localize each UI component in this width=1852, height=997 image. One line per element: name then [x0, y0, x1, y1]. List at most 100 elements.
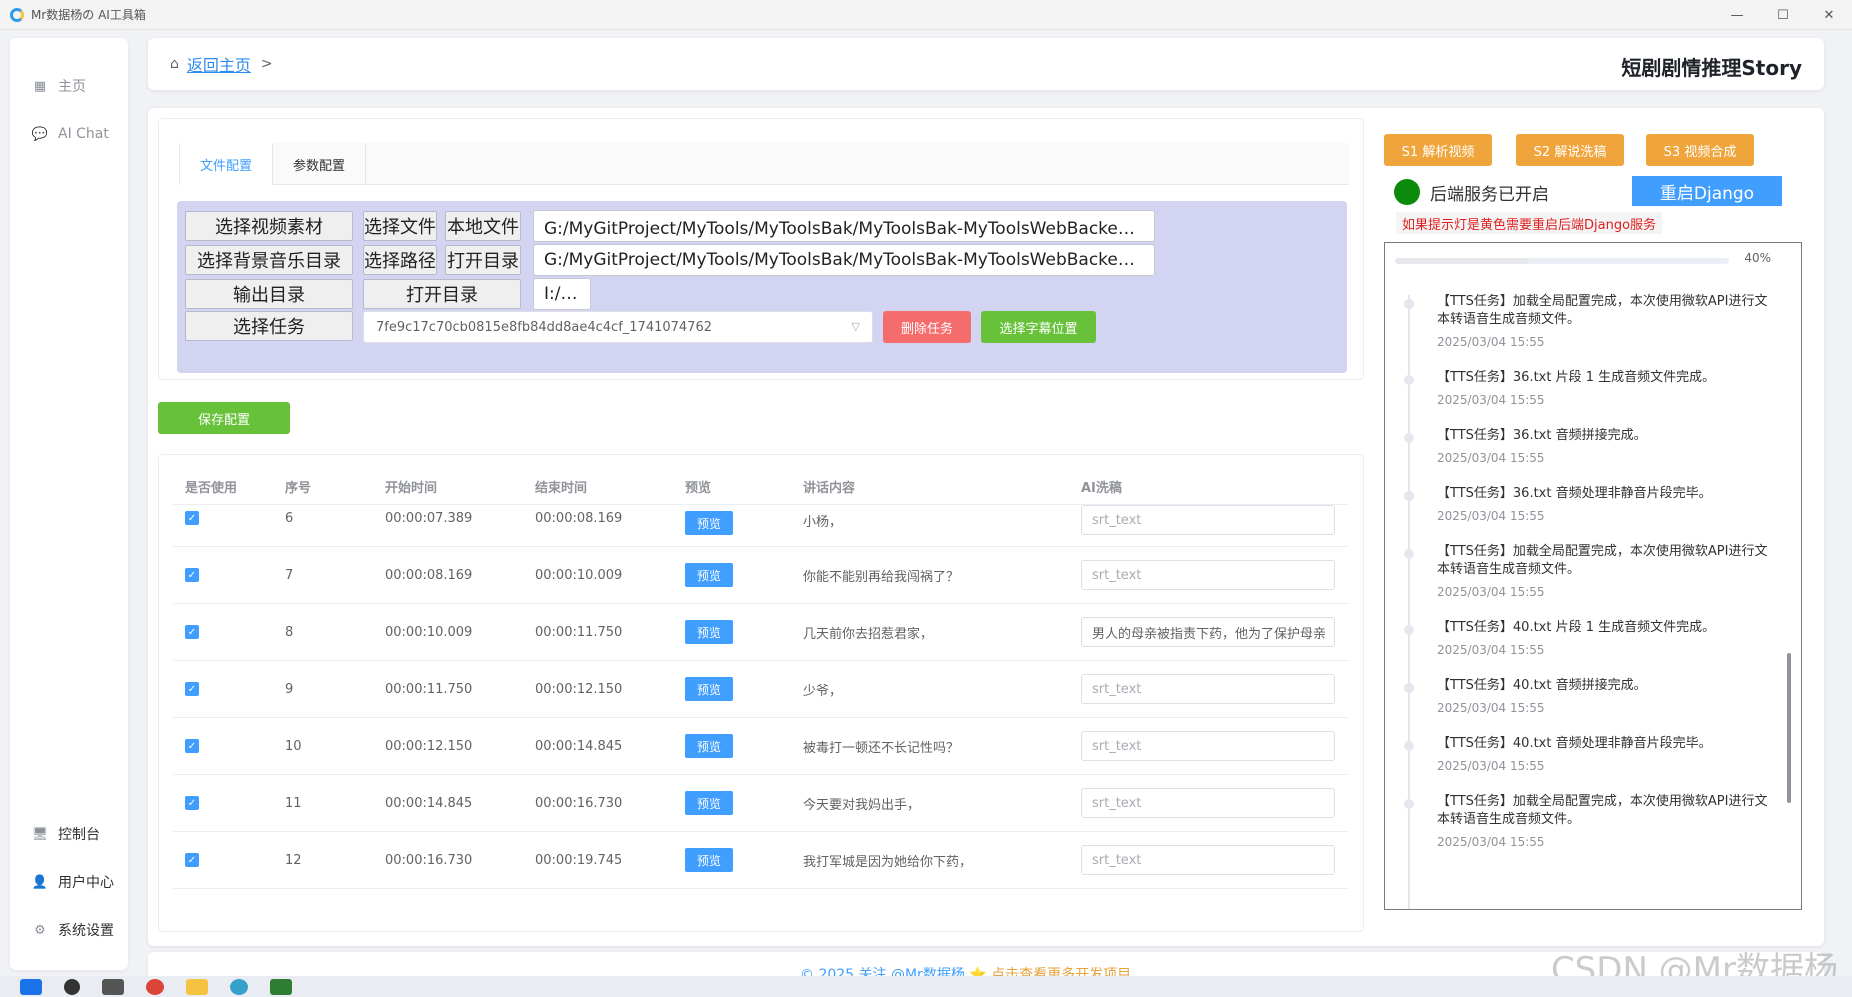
windows-start-icon[interactable]	[20, 978, 42, 995]
timeline-dot	[1404, 741, 1414, 751]
tab-param-config[interactable]: 参数配置	[273, 143, 367, 185]
log-item: 【TTS任务】36.txt 片段 1 生成音频文件完成。 2025/03/04 1…	[1397, 361, 1777, 407]
select-task-button[interactable]: 选择任务	[185, 311, 353, 341]
sidebar: ▦ 主页 💬 AI Chat 🖥 控制台 👤 用户中心 ⚙ 系统设置	[10, 38, 128, 970]
log-timestamp: 2025/03/04 15:55	[1437, 759, 1545, 773]
restart-django-button[interactable]: 重启Django	[1632, 176, 1782, 206]
gear-icon: ⚙	[34, 922, 46, 938]
task-select-value: 7fe9c17c70cb0815e8fb84dd8ae4c4cf_1741074…	[376, 319, 712, 335]
ai-rewrite-input[interactable]: srt_text	[1081, 788, 1335, 818]
step2-rewrite-button[interactable]: S2 解说洗稿	[1516, 134, 1624, 166]
preview-button[interactable]: 预览	[685, 511, 733, 535]
log-message: 【TTS任务】加载全局配置完成，本次使用微软API进行文本转语音生成音频文件。	[1437, 794, 1768, 827]
log-item: 【TTS任务】40.txt 音频处理非静音片段完毕。 2025/03/04 15:…	[1397, 727, 1777, 773]
open-output-dir-button[interactable]: 打开目录	[363, 279, 521, 309]
ai-rewrite-input[interactable]: srt_text	[1081, 845, 1335, 875]
preview-button[interactable]: 预览	[685, 563, 733, 587]
ai-rewrite-input[interactable]: srt_text	[1081, 731, 1335, 761]
index-cell: 6	[285, 511, 294, 526]
use-checkbox[interactable]: ✓	[185, 511, 199, 525]
ai-rewrite-input[interactable]: 男人的母亲被指责下药，他为了保护母亲	[1081, 617, 1335, 647]
table-row: ✓ 8 00:00:10.009 00:00:11.750 预览 几天前你去招惹君家， 男人…	[173, 604, 1349, 661]
timeline-dot	[1404, 299, 1414, 309]
minimize-icon[interactable]: —	[1714, 0, 1760, 30]
pycharm-icon[interactable]	[270, 978, 292, 995]
page-header: ⌂ 返回主页 > 短剧剧情推理Story	[148, 38, 1824, 90]
ai-rewrite-cell: srt_text	[1069, 845, 1349, 875]
backend-status-text: 后端服务已开启	[1430, 185, 1549, 205]
use-checkbox[interactable]: ✓	[185, 568, 199, 582]
chrome-icon[interactable]	[146, 978, 164, 995]
speech-cell: 几天前你去招惹君家，	[803, 626, 934, 642]
video-path-field[interactable]: G:/MyGitProject/MyTools/MyToolsBak/MyToo…	[533, 210, 1155, 242]
preview-cell: 预览	[673, 791, 791, 815]
bgm-path-field[interactable]: G:/MyGitProject/MyTools/MyToolsBak/MyToo…	[533, 244, 1155, 276]
use-checkbox[interactable]: ✓	[185, 682, 199, 696]
end-time-cell: 00:00:19.745	[535, 852, 623, 868]
step3-compose-button[interactable]: S3 视频合成	[1646, 134, 1754, 166]
end-time-cell: 00:00:16.730	[535, 795, 623, 811]
app-icon[interactable]	[230, 978, 248, 995]
choose-path-button[interactable]: 选择路径	[363, 245, 437, 275]
log-scrollbar[interactable]	[1787, 273, 1791, 903]
task-view-icon[interactable]	[102, 978, 124, 995]
use-checkbox[interactable]: ✓	[185, 853, 199, 867]
sidebar-item-ai-chat[interactable]: 💬 AI Chat	[10, 114, 128, 154]
preview-button[interactable]: 预览	[685, 848, 733, 872]
log-timestamp: 2025/03/04 15:55	[1437, 585, 1545, 599]
maximize-icon[interactable]: ☐	[1760, 0, 1806, 30]
index-cell: 8	[285, 624, 294, 640]
log-timestamp: 2025/03/04 15:55	[1437, 509, 1545, 523]
end-time-cell: 00:00:10.009	[535, 567, 623, 583]
sidebar-item-console[interactable]: 🖥 控制台	[10, 810, 128, 858]
sidebar-item-home[interactable]: ▦ 主页	[10, 66, 128, 106]
tab-file-config[interactable]: 文件配置	[179, 143, 274, 185]
ai-rewrite-input[interactable]: srt_text	[1081, 674, 1335, 704]
log-timestamp: 2025/03/04 15:55	[1437, 393, 1545, 407]
ai-rewrite-input[interactable]: srt_text	[1081, 505, 1335, 535]
log-message: 【TTS任务】加载全局配置完成，本次使用微软API进行文本转语音生成音频文件。	[1437, 544, 1768, 577]
start-time-cell: 00:00:07.389	[385, 511, 473, 526]
log-message: 【TTS任务】36.txt 音频拼接完成。	[1437, 428, 1647, 443]
back-home-link[interactable]: 返回主页	[187, 52, 251, 76]
grid-icon: ▦	[33, 78, 47, 94]
folder-icon[interactable]	[186, 978, 208, 995]
open-bgm-dir-button[interactable]: 打开目录	[445, 245, 521, 275]
use-cell: ✓	[173, 568, 273, 582]
select-video-button[interactable]: 选择视频素材	[185, 211, 353, 241]
preview-button[interactable]: 预览	[685, 620, 733, 644]
log-item: 【TTS任务】36.txt 音频拼接完成。 2025/03/04 15:55	[1397, 419, 1777, 465]
preview-button[interactable]: 预览	[685, 734, 733, 758]
select-bgm-dir-button[interactable]: 选择背景音乐目录	[185, 245, 353, 275]
close-icon[interactable]: ✕	[1806, 0, 1852, 30]
ai-rewrite-cell: srt_text	[1069, 674, 1349, 704]
step1-parse-video-button[interactable]: S1 解析视频	[1384, 134, 1492, 166]
save-config-button[interactable]: 保存配置	[158, 402, 290, 434]
use-checkbox[interactable]: ✓	[185, 739, 199, 753]
preview-cell: 预览	[673, 677, 791, 701]
choose-file-button[interactable]: 选择文件	[363, 211, 437, 241]
sidebar-item-user-center[interactable]: 👤 用户中心	[10, 858, 128, 906]
sidebar-item-settings[interactable]: ⚙ 系统设置	[10, 906, 128, 954]
home-icon: ⌂	[170, 56, 179, 72]
log-item: 【TTS任务】40.txt 片段 1 生成音频文件完成。 2025/03/04 1…	[1397, 611, 1777, 657]
preview-button[interactable]: 预览	[685, 791, 733, 815]
log-item: 【TTS任务】40.txt 音频拼接完成。 2025/03/04 15:55	[1397, 669, 1777, 715]
timeline-dot	[1404, 491, 1414, 501]
select-subtitle-position-button[interactable]: 选择字幕位置	[981, 311, 1096, 343]
delete-task-button[interactable]: 删除任务	[883, 311, 971, 343]
search-icon[interactable]	[64, 978, 80, 995]
preview-button[interactable]: 预览	[685, 677, 733, 701]
log-scrollbar-thumb[interactable]	[1787, 653, 1791, 803]
log-item: 【TTS任务】加载全局配置完成，本次使用微软API进行文本转语音生成音频文件。 2…	[1397, 535, 1777, 599]
main-content: 文件配置 参数配置 选择视频素材 选择文件 本地文件 G:/MyGitProje…	[148, 108, 1824, 946]
log-message: 【TTS任务】40.txt 音频拼接完成。	[1437, 678, 1647, 693]
table-body: ✓ 6 00:00:07.389 00:00:08.169 预览 小杨， srt_text ✓…	[173, 505, 1349, 889]
task-select[interactable]: 7fe9c17c70cb0815e8fb84dd8ae4c4cf_1741074…	[363, 311, 873, 343]
local-file-button[interactable]: 本地文件	[445, 211, 521, 241]
use-checkbox[interactable]: ✓	[185, 625, 199, 639]
output-path-field[interactable]: I:/tmp	[533, 278, 591, 310]
output-dir-button[interactable]: 输出目录	[185, 279, 353, 309]
ai-rewrite-input[interactable]: srt_text	[1081, 560, 1335, 590]
use-checkbox[interactable]: ✓	[185, 796, 199, 810]
